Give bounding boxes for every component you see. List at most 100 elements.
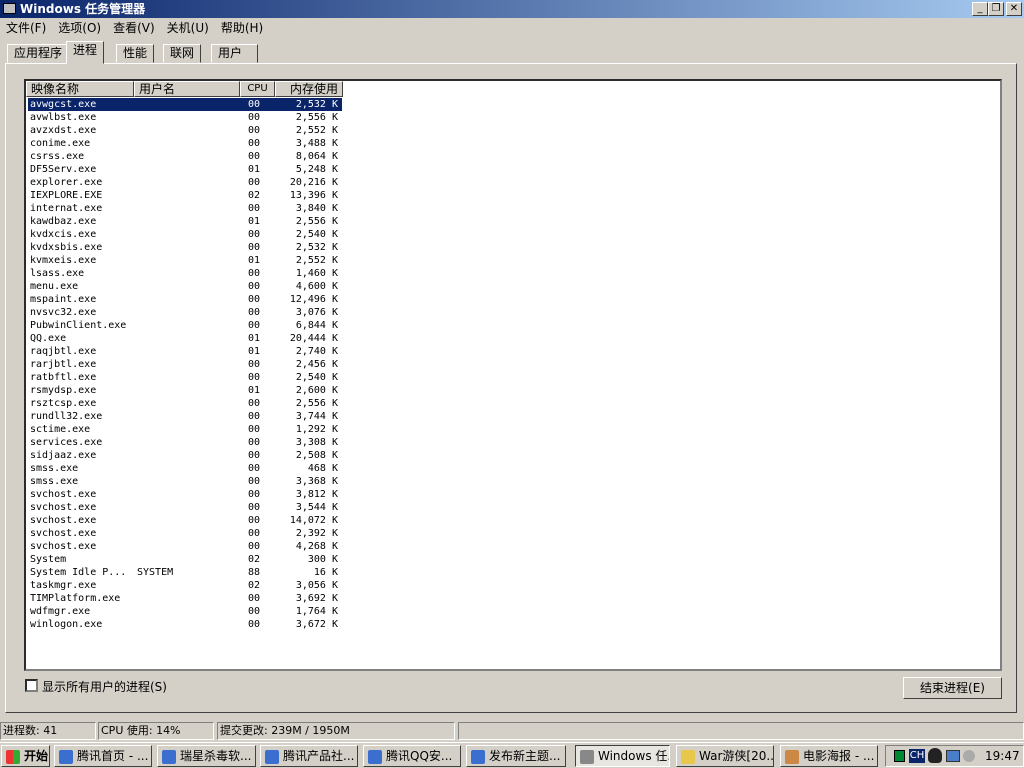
process-name: IEXPLORE.EXE — [30, 190, 103, 201]
column-memory[interactable]: 内存使用 — [275, 81, 343, 97]
process-row[interactable]: internat.exe 00 3,840 K — [28, 202, 342, 215]
volume-icon[interactable] — [963, 750, 975, 762]
process-memory: 2,392 K — [295, 528, 338, 539]
process-name: rarjbtl.exe — [30, 359, 97, 370]
process-row[interactable]: explorer.exe 00 20,216 K — [28, 176, 342, 189]
process-name: sctime.exe — [30, 424, 91, 435]
tab-performance[interactable]: 性能 — [116, 44, 155, 63]
process-name: smss.exe — [30, 476, 79, 487]
process-row[interactable]: rarjbtl.exe 00 2,456 K — [28, 358, 342, 371]
ie-icon — [471, 749, 485, 764]
process-row[interactable]: avzxdst.exe 00 2,552 K — [28, 124, 342, 137]
menu-view[interactable]: 查看(V) — [113, 21, 155, 35]
tab-processes[interactable]: 进程 — [66, 41, 105, 64]
tab-users[interactable]: 用户 — [211, 44, 258, 63]
process-name: kawdbaz.exe — [30, 216, 97, 227]
process-row[interactable]: avwlbst.exe 00 2,556 K — [28, 111, 342, 124]
process-row[interactable]: wdfmgr.exe 00 1,764 K — [28, 605, 342, 618]
process-row[interactable]: smss.exe 00 3,368 K — [28, 475, 342, 488]
process-row[interactable]: csrss.exe 00 8,064 K — [28, 150, 342, 163]
process-name: TIMPlatform.exe — [30, 593, 121, 604]
process-cpu: 00 — [248, 450, 261, 461]
process-memory: 3,840 K — [295, 203, 338, 214]
menu-help[interactable]: 帮助(H) — [221, 21, 263, 35]
taskbar-button[interactable]: 发布新主题... — [466, 745, 566, 767]
process-row[interactable]: svchost.exe 00 2,392 K — [28, 527, 342, 540]
process-row[interactable]: taskmgr.exe 02 3,056 K — [28, 579, 342, 592]
process-name: raqjbtl.exe — [30, 346, 97, 357]
process-row[interactable]: System 02 300 K — [28, 553, 342, 566]
process-cpu: 00 — [248, 476, 261, 487]
menu-shutdown[interactable]: 关机(U) — [167, 21, 209, 35]
process-row[interactable]: svchost.exe 00 14,072 K — [28, 514, 342, 527]
cpu-meter-icon — [894, 750, 905, 762]
menu-file[interactable]: 文件(F) — [6, 21, 46, 35]
process-row[interactable]: kawdbaz.exe 01 2,556 K — [28, 215, 342, 228]
language-indicator[interactable]: CH — [909, 749, 925, 763]
process-row[interactable]: svchost.exe 00 4,268 K — [28, 540, 342, 553]
taskbar-button[interactable]: 腾讯产品社... — [260, 745, 358, 767]
process-row[interactable]: kvmxeis.exe 01 2,552 K — [28, 254, 342, 267]
column-image-name[interactable]: 映像名称 — [26, 81, 134, 97]
process-row[interactable]: rundll32.exe 00 3,744 K — [28, 410, 342, 423]
process-row[interactable]: conime.exe 00 3,488 K — [28, 137, 342, 150]
process-row[interactable]: lsass.exe 00 1,460 K — [28, 267, 342, 280]
process-memory: 2,532 K — [295, 99, 338, 110]
show-all-users-label[interactable]: 显示所有用户的进程(S) — [42, 678, 167, 695]
process-row[interactable]: raqjbtl.exe 01 2,740 K — [28, 345, 342, 358]
process-list[interactable]: 映像名称 用户名 CPU 内存使用 avwgcst.exe 00 2,532 Kav… — [24, 79, 1002, 671]
column-user-name[interactable]: 用户名 — [134, 81, 240, 97]
process-row[interactable]: rsmydsp.exe 01 2,600 K — [28, 384, 342, 397]
minimize-button[interactable]: _ — [972, 2, 988, 16]
process-row[interactable]: QQ.exe 01 20,444 K — [28, 332, 342, 345]
taskbar-button[interactable]: War游侠[20... — [676, 745, 774, 767]
process-row[interactable]: svchost.exe 00 3,544 K — [28, 501, 342, 514]
process-cpu: 01 — [248, 333, 261, 344]
process-cpu: 88 — [248, 567, 261, 578]
taskbar-button-label: 腾讯首页 - ... — [77, 749, 149, 763]
process-row[interactable]: kvdxcis.exe 00 2,540 K — [28, 228, 342, 241]
end-process-button[interactable]: 结束进程(E) — [903, 677, 1002, 699]
network-icon[interactable] — [946, 750, 960, 762]
process-row[interactable]: mspaint.exe 00 12,496 K — [28, 293, 342, 306]
process-row[interactable]: System Idle P... SYSTEM 88 16 K — [28, 566, 342, 579]
column-cpu[interactable]: CPU — [240, 81, 275, 97]
taskbar-button[interactable]: Windows 任... — [575, 745, 670, 767]
process-row[interactable]: winlogon.exe 00 3,672 K — [28, 618, 342, 631]
maximize-button[interactable]: ❐ — [988, 2, 1004, 16]
process-row[interactable]: services.exe 00 3,308 K — [28, 436, 342, 449]
process-row[interactable]: kvdxsbis.exe 00 2,532 K — [28, 241, 342, 254]
process-row[interactable]: sidjaaz.exe 00 2,508 K — [28, 449, 342, 462]
process-row[interactable]: svchost.exe 00 3,812 K — [28, 488, 342, 501]
process-row[interactable]: avwgcst.exe 00 2,532 K — [28, 98, 342, 111]
taskbar-button[interactable]: 腾讯QQ安... — [363, 745, 461, 767]
show-all-users-checkbox[interactable] — [25, 679, 38, 692]
process-row[interactable]: IEXPLORE.EXE 02 13,396 K — [28, 189, 342, 202]
status-cpu-usage: CPU 使用: 14% — [98, 722, 214, 740]
tab-networking[interactable]: 联网 — [163, 44, 202, 63]
process-row[interactable]: ratbftl.exe 00 2,540 K — [28, 371, 342, 384]
process-row[interactable]: smss.exe 00 468 K — [28, 462, 342, 475]
process-name: svchost.exe — [30, 489, 97, 500]
close-button[interactable]: ✕ — [1006, 2, 1022, 16]
start-button[interactable]: 开始 — [1, 745, 50, 767]
process-row[interactable]: DF5Serv.exe 01 5,248 K — [28, 163, 342, 176]
taskbar-button-label: 腾讯产品社... — [283, 749, 355, 763]
process-memory: 3,368 K — [295, 476, 338, 487]
process-cpu: 00 — [248, 294, 261, 305]
process-name: System Idle P... — [30, 567, 127, 578]
process-row[interactable]: TIMPlatform.exe 00 3,692 K — [28, 592, 342, 605]
process-row[interactable]: sctime.exe 00 1,292 K — [28, 423, 342, 436]
process-row[interactable]: menu.exe 00 4,600 K — [28, 280, 342, 293]
qq-icon[interactable] — [928, 748, 942, 763]
process-cpu: 00 — [248, 437, 261, 448]
process-memory: 13,396 K — [289, 190, 338, 201]
menu-options[interactable]: 选项(O) — [58, 21, 101, 35]
taskbar-button[interactable]: 腾讯首页 - ... — [54, 745, 152, 767]
taskbar-button[interactable]: 瑞星杀毒软... — [157, 745, 256, 767]
taskbar-button[interactable]: 电影海报 - ... — [780, 745, 878, 767]
process-row[interactable]: rsztcsp.exe 00 2,556 K — [28, 397, 342, 410]
tab-applications[interactable]: 应用程序 — [7, 44, 70, 63]
process-row[interactable]: PubwinClient.exe 00 6,844 K — [28, 319, 342, 332]
process-row[interactable]: nvsvc32.exe 00 3,076 K — [28, 306, 342, 319]
